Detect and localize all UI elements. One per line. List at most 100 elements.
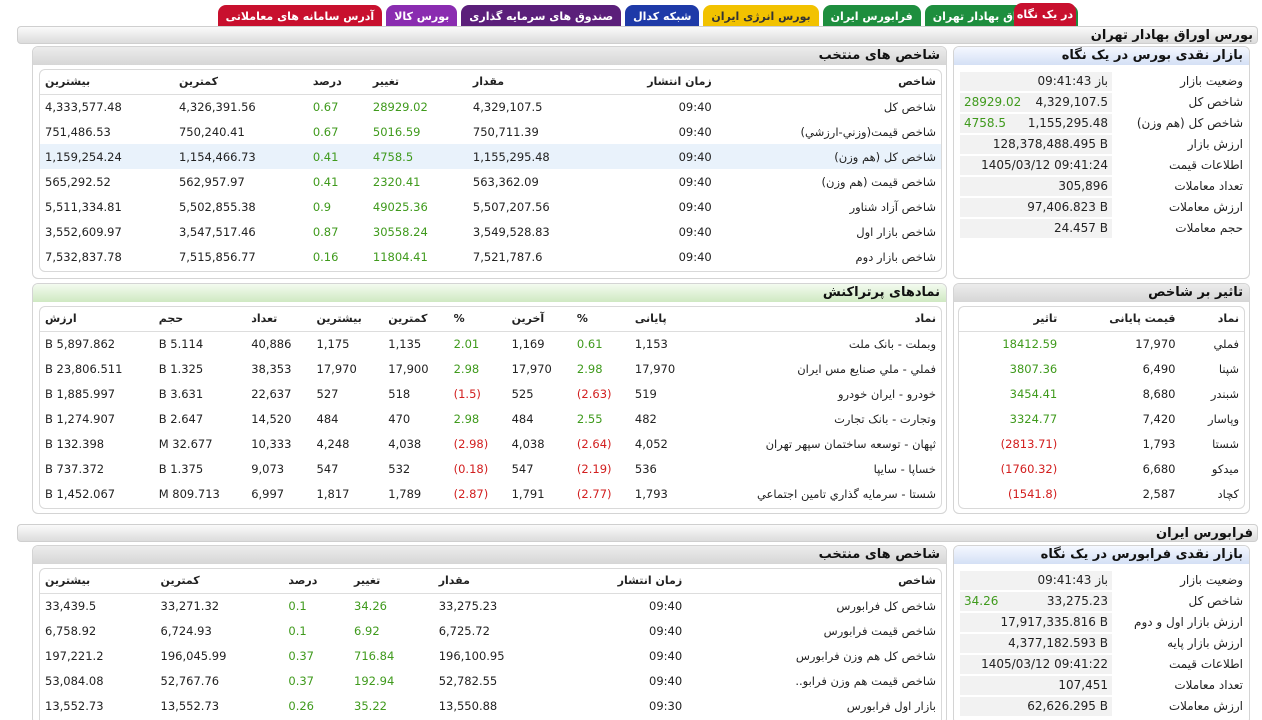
tab-trading-systems[interactable]: آدرس سامانه های معاملاتی [217, 5, 383, 27]
glance-row: ارزش بازار اول و دوم 17,917,335.816 B [960, 612, 1245, 633]
table-cell: 0.41 [312, 149, 339, 164]
table-cell: 2320.41 [372, 174, 421, 189]
glance-value: 1405/03/12 09:41:22 [981, 657, 1108, 671]
table-row[interactable]: بازار اول فرابورس 09:30 13,550.88 35.22 0.26… [40, 693, 941, 718]
glance-row: ارزش معاملات 62,626.295 B [960, 696, 1245, 717]
table-row[interactable]: ثپهان - توسعه ساختمان سپهر تهران 4,052 (2.… [40, 431, 941, 456]
table-cell: 0.9 [312, 199, 332, 214]
table-row[interactable]: شستا - سرمايه گذاري تامين اجتماعي 1,793 (2… [40, 481, 941, 506]
table-row[interactable]: شاخص قیمت هم وزن فرابو.. 09:40 52,782.55 19… [40, 668, 941, 693]
table-row[interactable]: شاخص بازار دوم 09:40 7,521,787.6 11804.41 0.… [40, 244, 941, 269]
table-cell: شاخص کل [883, 99, 936, 114]
glance-row: وضعیت بازار باز 09:41:43 [960, 71, 1245, 92]
table-cell: (2.64) [576, 436, 612, 451]
column-header: نماد [695, 307, 941, 332]
glance-label: وضعیت بازار [1180, 74, 1243, 88]
table-row[interactable]: کچاد 2,587 (1541.8) [959, 481, 1244, 506]
tab-codal[interactable]: شبکه کدال [625, 5, 700, 27]
table-row[interactable]: شاخص قیمت(وزني-ارزشي) 09:40 750,711.39 5016… [40, 119, 941, 144]
glance-row: وضعیت بازار باز 09:41:43 [960, 570, 1245, 591]
table-row[interactable]: شاخص کل 09:40 4,329,107.5 28929.02 0.67 4,326… [40, 94, 941, 119]
table-cell: شپنا [1218, 361, 1239, 376]
glance-value: 305,896 [1058, 179, 1108, 193]
table-row[interactable]: وتجارت - بانک تجارت 482 2.55 484 2.98 470 484 1… [40, 406, 941, 431]
table-row[interactable]: شاخص آزاد شناور 09:40 5,507,207.56 49025.36… [40, 194, 941, 219]
glance-value-box: 62,626.295 B [960, 696, 1112, 716]
table-cell: 547 [316, 461, 339, 476]
table-cell: 484 [511, 411, 534, 426]
glance-change: 4758.5 [964, 116, 1006, 130]
tab-commodity[interactable]: بورس کالا [386, 5, 458, 27]
table-row[interactable]: شاخص کل هم وزن فرابورس 09:40 196,100.95 716… [40, 643, 941, 668]
table-cell: 09:40 [678, 174, 712, 189]
tab-funds[interactable]: صندوق های سرمایه گذاری [461, 5, 622, 27]
tse-glance-title: بازار نقدی بورس در یک نگاه [1061, 48, 1243, 63]
table-cell: 484 [316, 411, 339, 426]
glance-label: حجم معاملات [1175, 221, 1243, 235]
column-header: بیشترین [311, 307, 384, 332]
glance-row: ارزش معاملات 97,406.823 B [960, 197, 1245, 218]
ifb-glance-list: وضعیت بازار باز 09:41:43 شاخص کل 34.26 33,27… [960, 570, 1245, 717]
table-row[interactable]: شپنا 6,490 3807.36 [959, 356, 1244, 381]
tse-indices-panel: شاخص های منتخب شاخص زمان انتشار مقدار تغییر… [32, 46, 947, 279]
tse-indices-title: شاخص های منتخب [818, 48, 940, 63]
table-row[interactable]: وبملت - بانک ملت 1,153 0.61 1,169 2.01 1,135 1… [40, 331, 941, 356]
glance-value-box: 305,896 [960, 176, 1112, 196]
table-row[interactable]: فملي - ملي صنايع مس ايران 17,970 2.98 17,97… [40, 356, 941, 381]
table-cell: 09:40 [649, 598, 683, 613]
table-row[interactable]: وپاسار 7,420 3324.77 [959, 406, 1244, 431]
table-cell: 547 [511, 461, 534, 476]
table-cell: 52,782.55 [438, 673, 498, 688]
column-header: تاثیر [959, 307, 1063, 332]
table-row[interactable]: شاخص قیمت (هم وزن) 09:40 563,362.09 2320.41… [40, 169, 941, 194]
table-row[interactable]: شبندر 8,680 3454.41 [959, 381, 1244, 406]
glance-label: ارزش معاملات [1168, 200, 1243, 214]
glance-value-box: 17,917,335.816 B [960, 612, 1112, 632]
table-cell: (1541.8) [1007, 486, 1058, 501]
table-cell: 17,970 [511, 361, 552, 376]
tse-glance-panel: بازار نقدی بورس در یک نگاه وضعیت بازار با… [953, 46, 1250, 279]
table-cell: 751,486.53 [45, 124, 111, 139]
table-header-row: نماد پایانی% آخرین% کمترین بیشترین تعداد حجم ار… [40, 307, 941, 332]
glance-value: 1405/03/12 09:41:24 [981, 158, 1108, 172]
table-cell: 562,957.97 [178, 174, 245, 189]
tab-ifb[interactable]: فرابورس ایران [822, 5, 921, 27]
table-cell: 192.94 [354, 673, 395, 688]
table-cell: 525 [511, 386, 534, 401]
table-cell: 09:40 [649, 648, 683, 663]
table-row[interactable]: شاخص کل فرابورس 09:40 33,275.23 34.26 0.1 33,… [40, 593, 941, 618]
table-header-row: شاخص زمان انتشار مقدار تغییر درصد کمترین بیشتر… [40, 569, 941, 594]
table-cell: 09:40 [678, 199, 712, 214]
table-row[interactable]: خودرو - ایران خودرو 519 (2.63) 525 (1.5) 518 5… [40, 381, 941, 406]
column-header: کمترین [383, 307, 449, 332]
table-row[interactable]: شستا 1,793 (2813.71) [959, 431, 1244, 456]
table-cell: 1,789 [388, 486, 422, 501]
table-cell: بازار اول فرابورس [846, 698, 936, 713]
glance-row: شاخص کل (هم وزن) 4758.5 1,155,295.48 [960, 113, 1245, 134]
ifb-glance-panel: بازار نقدی فرابورس در یک نگاه وضعیت بازا… [953, 545, 1250, 720]
table-cell: شاخص قیمت فرابورس [823, 623, 936, 638]
table-row[interactable]: خساپا - سایپا 536 (2.19) 547 (0.18) 532 547 9,0… [40, 456, 941, 481]
column-header: کمترین [173, 70, 308, 95]
table-row[interactable]: شاخص قیمت فرابورس 09:40 6,725.72 6.92 0.1 6,7… [40, 618, 941, 643]
table-cell: شاخص قیمت هم وزن فرابو.. [795, 673, 936, 688]
table-cell: 09:40 [678, 249, 712, 264]
table-cell: فملي [1213, 336, 1239, 351]
glance-label: اطلاعات قیمت [1168, 657, 1243, 671]
table-cell: 0.67 [312, 124, 339, 139]
table-cell: وپاسار [1208, 411, 1239, 426]
table-cell: 519 [634, 386, 657, 401]
tab-energy[interactable]: بورس انرژی ایران [703, 5, 819, 27]
glance-label: تعداد معاملات [1174, 678, 1243, 692]
column-header: زمان انتشار [601, 70, 717, 95]
table-cell: 5016.59 [372, 124, 421, 139]
table-row[interactable]: شاخص بازار اول 09:40 3,549,528.83 30558.24 0… [40, 219, 941, 244]
table-cell: وتجارت - بانک تجارت [834, 411, 936, 426]
table-row[interactable]: میدکو 6,680 (1760.32) [959, 456, 1244, 481]
table-cell: 34.26 [354, 598, 387, 613]
table-cell: 28929.02 [372, 99, 428, 114]
table-row[interactable]: فملي 17,970 18412.59 [959, 331, 1244, 356]
column-header: درصد [283, 569, 350, 594]
table-row[interactable]: شاخص کل (هم وزن) 09:40 1,155,295.48 4758.5 0… [40, 144, 941, 169]
table-cell: 750,240.41 [178, 124, 245, 139]
